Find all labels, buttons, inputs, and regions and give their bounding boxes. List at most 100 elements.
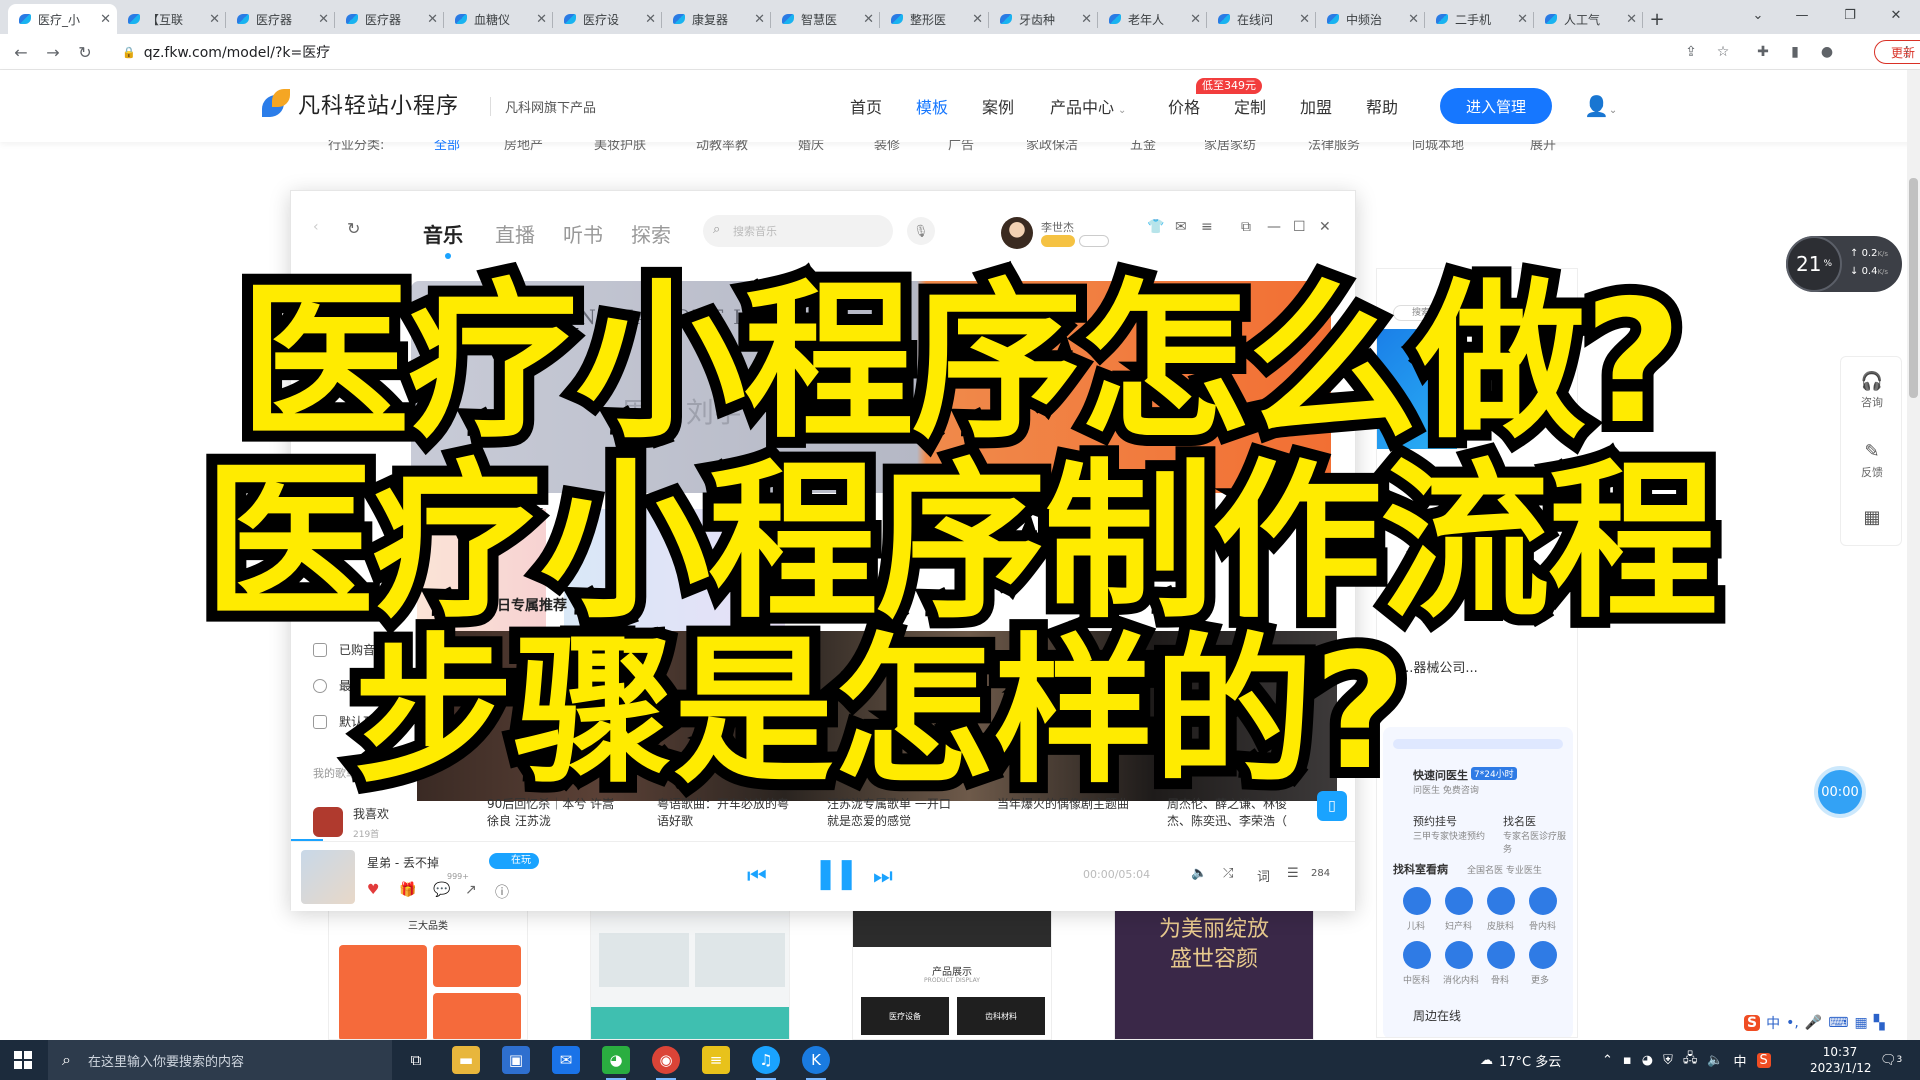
browser-tab[interactable]: 在线问 ✕: [1207, 4, 1316, 34]
tab-music[interactable]: 音乐: [423, 219, 463, 248]
close-tab-icon[interactable]: ✕: [1081, 12, 1092, 27]
sogou-tray-icon[interactable]: S: [1756, 1052, 1771, 1068]
punctuation-icon[interactable]: •,: [1786, 1015, 1799, 1031]
close-tab-icon[interactable]: ✕: [1517, 12, 1528, 27]
menu-icon[interactable]: ≡: [1201, 219, 1213, 235]
template-card-4[interactable]: 为美丽绽放 盛世容颜: [1114, 910, 1314, 1040]
music-app-icon[interactable]: ♫: [752, 1046, 780, 1080]
template-card-2[interactable]: [590, 910, 790, 1040]
new-tab-button[interactable]: +: [1643, 4, 1671, 34]
category-item[interactable]: 广告: [948, 140, 974, 153]
user-icon[interactable]: 👤⌄: [1584, 94, 1617, 118]
close-tab-icon[interactable]: ✕: [536, 12, 547, 27]
wechat-tray-icon[interactable]: ◕: [1642, 1053, 1653, 1068]
nav-templates[interactable]: 模板: [916, 94, 948, 118]
gift-icon[interactable]: 🎁: [399, 882, 416, 898]
shuffle-icon[interactable]: ⤮: [1223, 866, 1233, 881]
user-name[interactable]: 李世杰: [1041, 219, 1074, 235]
reload-icon[interactable]: ↻: [74, 41, 96, 63]
mail-icon[interactable]: ✉: [1175, 219, 1187, 235]
now-playing-title[interactable]: 星弟 - 丢不掉: [367, 854, 439, 871]
category-item[interactable]: 婚庆: [798, 140, 824, 153]
my-favorites[interactable]: 我喜欢 219首: [313, 803, 389, 841]
close-tab-icon[interactable]: ✕: [1299, 12, 1310, 27]
voice-search-icon[interactable]: 🎙: [907, 217, 935, 245]
nav-home[interactable]: 首页: [850, 94, 882, 118]
close-window-button[interactable]: ✕: [1874, 0, 1918, 30]
close-icon[interactable]: ✕: [1319, 219, 1331, 235]
kugou-icon[interactable]: K: [802, 1046, 830, 1080]
category-item[interactable]: 房地产: [504, 140, 543, 153]
now-playing-cover[interactable]: [301, 850, 355, 904]
taskbar-search-input[interactable]: ⌕ 在这里输入你要搜索的内容: [48, 1040, 392, 1080]
nav-products[interactable]: 产品中心 ⌄: [1050, 94, 1126, 118]
store-icon[interactable]: ▣: [502, 1046, 530, 1074]
browser-tab[interactable]: 【互联 ✕: [117, 4, 226, 34]
close-tab-icon[interactable]: ✕: [863, 12, 874, 27]
mini-mode-icon[interactable]: ⧉: [1241, 219, 1251, 235]
category-item[interactable]: 全部: [434, 140, 460, 153]
browser-tab[interactable]: 医疗_小 ✕: [8, 4, 117, 34]
ime-lang-toggle[interactable]: 中: [1766, 1013, 1780, 1033]
forward-icon[interactable]: →: [42, 41, 64, 63]
nav-cases[interactable]: 案例: [982, 94, 1014, 118]
browser-tab[interactable]: 医疗器 ✕: [226, 4, 335, 34]
wechat-icon[interactable]: ◕: [602, 1046, 630, 1080]
browser-tab[interactable]: 医疗器 ✕: [335, 4, 444, 34]
restore-button[interactable]: ❐: [1828, 0, 1872, 30]
chevron-up-icon[interactable]: ⌃: [1602, 1053, 1613, 1068]
template-card-1[interactable]: 三大品类: [328, 910, 528, 1040]
volume-icon[interactable]: 🔈: [1191, 866, 1207, 881]
category-item[interactable]: 五金: [1130, 140, 1156, 153]
category-item[interactable]: 法律服务: [1308, 140, 1360, 153]
tab-audiobooks[interactable]: 听书: [563, 219, 603, 248]
enter-management-button[interactable]: 进入管理: [1440, 88, 1552, 124]
file-explorer-icon[interactable]: ▬: [452, 1046, 480, 1074]
close-tab-icon[interactable]: ✕: [209, 12, 220, 27]
category-item[interactable]: 动教率教: [696, 140, 748, 153]
close-tab-icon[interactable]: ✕: [100, 12, 111, 27]
browser-tab[interactable]: 整形医 ✕: [880, 4, 989, 34]
info-icon[interactable]: ⓘ: [495, 882, 509, 902]
nav-pricing[interactable]: 价格: [1168, 94, 1200, 118]
pause-icon[interactable]: ❚❚: [813, 856, 859, 891]
menu-icon[interactable]: ⋮: [1896, 41, 1918, 63]
category-item[interactable]: 美妆护肤: [594, 140, 646, 153]
category-item[interactable]: 装修: [874, 140, 900, 153]
browser-tab[interactable]: 血糖仪 ✕: [444, 4, 553, 34]
category-expand[interactable]: 展开: [1530, 140, 1556, 153]
sidebar-icon[interactable]: ▮: [1784, 41, 1806, 63]
ime-toolbar[interactable]: S 中 •, 🎤 ⌨ ▦ ▚: [1740, 1010, 1889, 1036]
network-icon[interactable]: 🖧: [1683, 1049, 1698, 1071]
category-item[interactable]: 同城本地: [1412, 140, 1464, 153]
share-icon[interactable]: ↗: [465, 882, 477, 898]
notes-icon[interactable]: ≡: [702, 1046, 730, 1074]
tab-explore[interactable]: 探索: [631, 219, 671, 248]
close-tab-icon[interactable]: ✕: [1408, 12, 1419, 27]
browser-tab[interactable]: 人工气 ✕: [1534, 4, 1643, 34]
extensions-icon[interactable]: ✚: [1752, 41, 1774, 63]
close-tab-icon[interactable]: ✕: [318, 12, 329, 27]
playlist-icon[interactable]: ☰: [1287, 866, 1299, 881]
notification-center[interactable]: 🗨 3: [1880, 1040, 1902, 1080]
weather-widget[interactable]: ☁ 17°C 多云: [1480, 1040, 1561, 1080]
ime-indicator[interactable]: 中: [1734, 1051, 1747, 1070]
browser-tab[interactable]: 康复器 ✕: [662, 4, 771, 34]
shield-icon[interactable]: ⛨: [1663, 1053, 1673, 1068]
back-icon[interactable]: ‹: [313, 219, 319, 235]
browser-tab[interactable]: 智慧医 ✕: [771, 4, 880, 34]
keyboard-icon[interactable]: ⌨: [1828, 1015, 1848, 1031]
close-tab-icon[interactable]: ✕: [645, 12, 656, 27]
mail-icon[interactable]: ✉: [552, 1046, 580, 1074]
template-card-3[interactable]: 产品展示 PRODUCT DISPLAY 医疗设备 齿科材料: [852, 910, 1052, 1040]
player-search-input[interactable]: ⌕ 搜索音乐: [703, 215, 893, 247]
nav-custom[interactable]: 定制: [1234, 94, 1266, 118]
system-clock[interactable]: 10:37 2023/1/12: [1810, 1044, 1872, 1076]
url-bar[interactable]: 🔒 qz.fkw.com/model/?k=医疗: [112, 38, 1672, 66]
profile-icon[interactable]: ●: [1816, 41, 1838, 63]
skin-icon[interactable]: 👕: [1147, 219, 1164, 235]
comment-icon[interactable]: 💬: [433, 882, 450, 898]
refresh-icon[interactable]: ↻: [347, 219, 360, 238]
grid-icon[interactable]: ▚: [1874, 1015, 1885, 1031]
category-item[interactable]: 家居家纺: [1204, 140, 1256, 153]
